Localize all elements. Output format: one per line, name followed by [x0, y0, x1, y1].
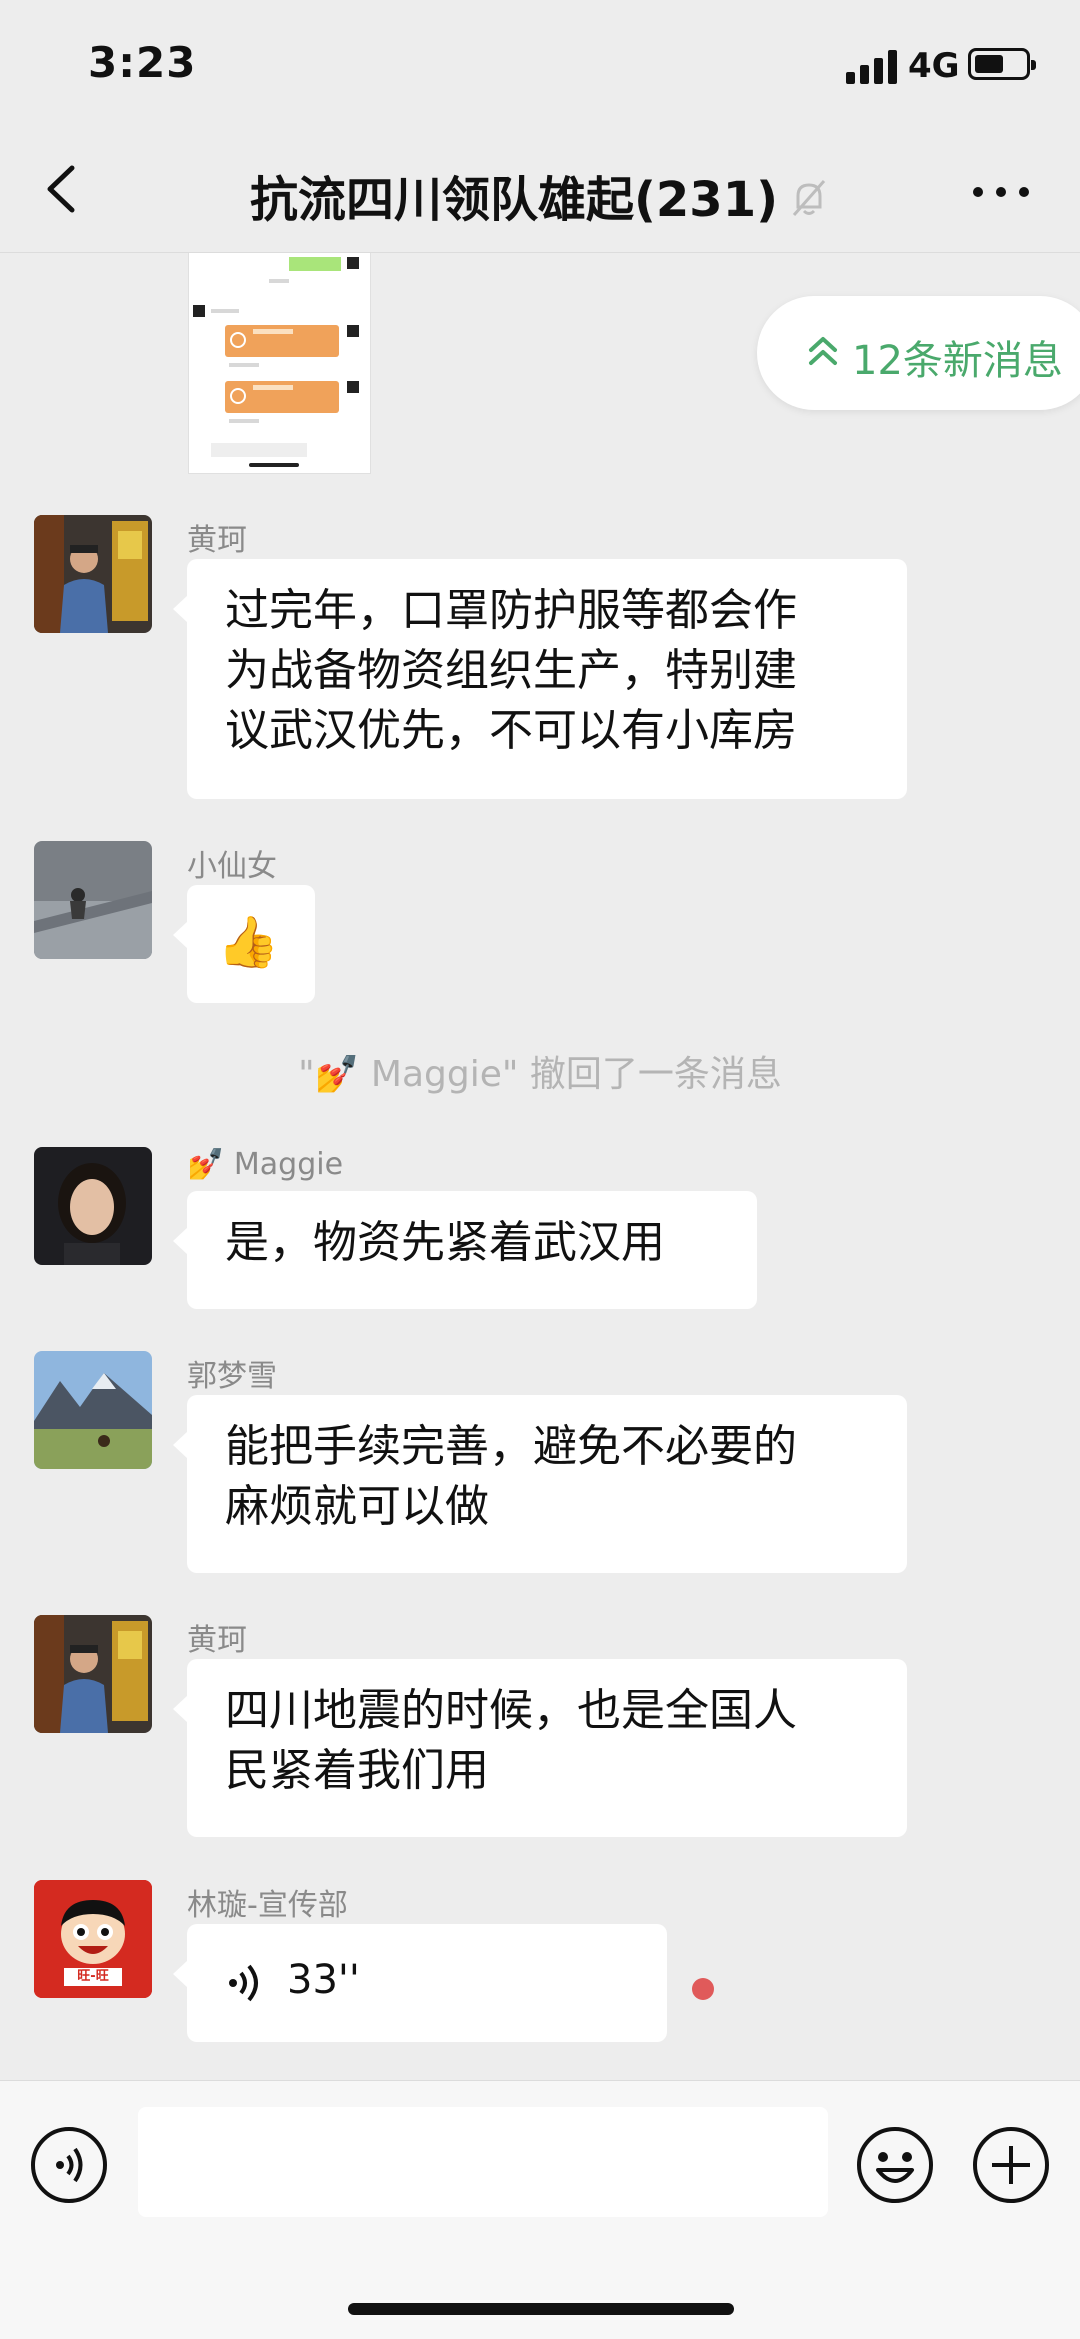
new-messages-button[interactable]: 12条新消息 [757, 296, 1080, 410]
voice-icon [31, 2127, 107, 2203]
emoji-icon [857, 2127, 933, 2203]
network-type: 4G [908, 46, 960, 86]
voice-input-button[interactable] [30, 2126, 108, 2204]
sender-name: 💅 Maggie [187, 1147, 344, 1182]
chat-title: 抗流四川领队雄起(231) [249, 172, 779, 228]
bell-off-icon [788, 175, 830, 231]
image-message-thumbnail[interactable] [188, 253, 371, 474]
more-horizontal-icon [973, 187, 1029, 197]
message-line: 过完年，口罩防护服等都会作 [225, 585, 797, 636]
message-line: 议武汉优先，不可以有小库房 [225, 705, 797, 756]
voice-wave-icon [229, 1964, 258, 2002]
new-messages-label: 12条新消息 [852, 338, 1063, 384]
voice-duration: 33'' [287, 1957, 360, 2003]
avatar[interactable] [34, 515, 152, 633]
avatar[interactable] [34, 1615, 152, 1733]
avatar[interactable] [34, 1351, 152, 1469]
sender-name: 郭梦雪 [187, 1359, 277, 1394]
avatar-caption: 旺-旺 [77, 1969, 109, 1984]
battery-icon [968, 48, 1036, 80]
message-bubble[interactable]: 是，物资先紧着武汉用 [173, 1191, 757, 1309]
sender-name: 黄珂 [187, 1623, 247, 1658]
message-bubble[interactable]: 过完年，口罩防护服等都会作 为战备物资组织生产，特别建 议武汉优先，不可以有小库… [173, 559, 907, 799]
message-line: 为战备物资组织生产，特别建 [225, 645, 797, 696]
sender-name: 林璇-宣传部 [187, 1888, 348, 1923]
message-line: 民紧着我们用 [225, 1745, 489, 1796]
input-bar [0, 2080, 1080, 2339]
system-message: "💅 Maggie" 撤回了一条消息 [298, 1054, 782, 1095]
status-bar: 3:23 4G [0, 0, 1080, 130]
signal-icon [846, 50, 898, 84]
voice-message-bubble[interactable]: 33'' [173, 1924, 667, 2042]
message-line: 是，物资先紧着武汉用 [225, 1217, 665, 1268]
chat-header: 抗流四川领队雄起(231) [0, 130, 1080, 253]
sender-name: 小仙女 [187, 849, 277, 884]
message-line: 能把手续完善，避免不必要的 [225, 1421, 797, 1472]
home-indicator [348, 2303, 734, 2315]
emoji-button[interactable] [856, 2126, 934, 2204]
more-button[interactable] [966, 172, 1036, 212]
thumbs-up-emoji: 👍 [217, 913, 280, 971]
avatar[interactable]: 旺-旺 [34, 1880, 152, 1998]
double-chevron-up-icon [809, 337, 837, 365]
message-line: 麻烦就可以做 [225, 1481, 489, 1532]
add-button[interactable] [972, 2126, 1050, 2204]
status-time: 3:23 [88, 38, 197, 87]
avatar[interactable] [34, 841, 152, 959]
message-bubble[interactable]: 四川地震的时候，也是全国人 民紧着我们用 [173, 1659, 907, 1837]
message-line: 四川地震的时候，也是全国人 [225, 1685, 797, 1736]
chat-title-wrap: 抗流四川领队雄起(231) [0, 160, 1080, 231]
message-input[interactable] [138, 2107, 828, 2217]
unread-dot [692, 1978, 714, 2000]
message-list[interactable]: 黄珂 过完年，口罩防护服等都会作 为战备物资组织生产，特别建 议武汉优先，不可以… [0, 253, 1080, 2080]
sender-name: 黄珂 [187, 523, 247, 558]
plus-circle-icon [973, 2127, 1049, 2203]
message-bubble[interactable]: 能把手续完善，避免不必要的 麻烦就可以做 [173, 1395, 907, 1573]
avatar[interactable] [34, 1147, 152, 1265]
message-bubble[interactable]: 👍 [173, 885, 315, 1003]
